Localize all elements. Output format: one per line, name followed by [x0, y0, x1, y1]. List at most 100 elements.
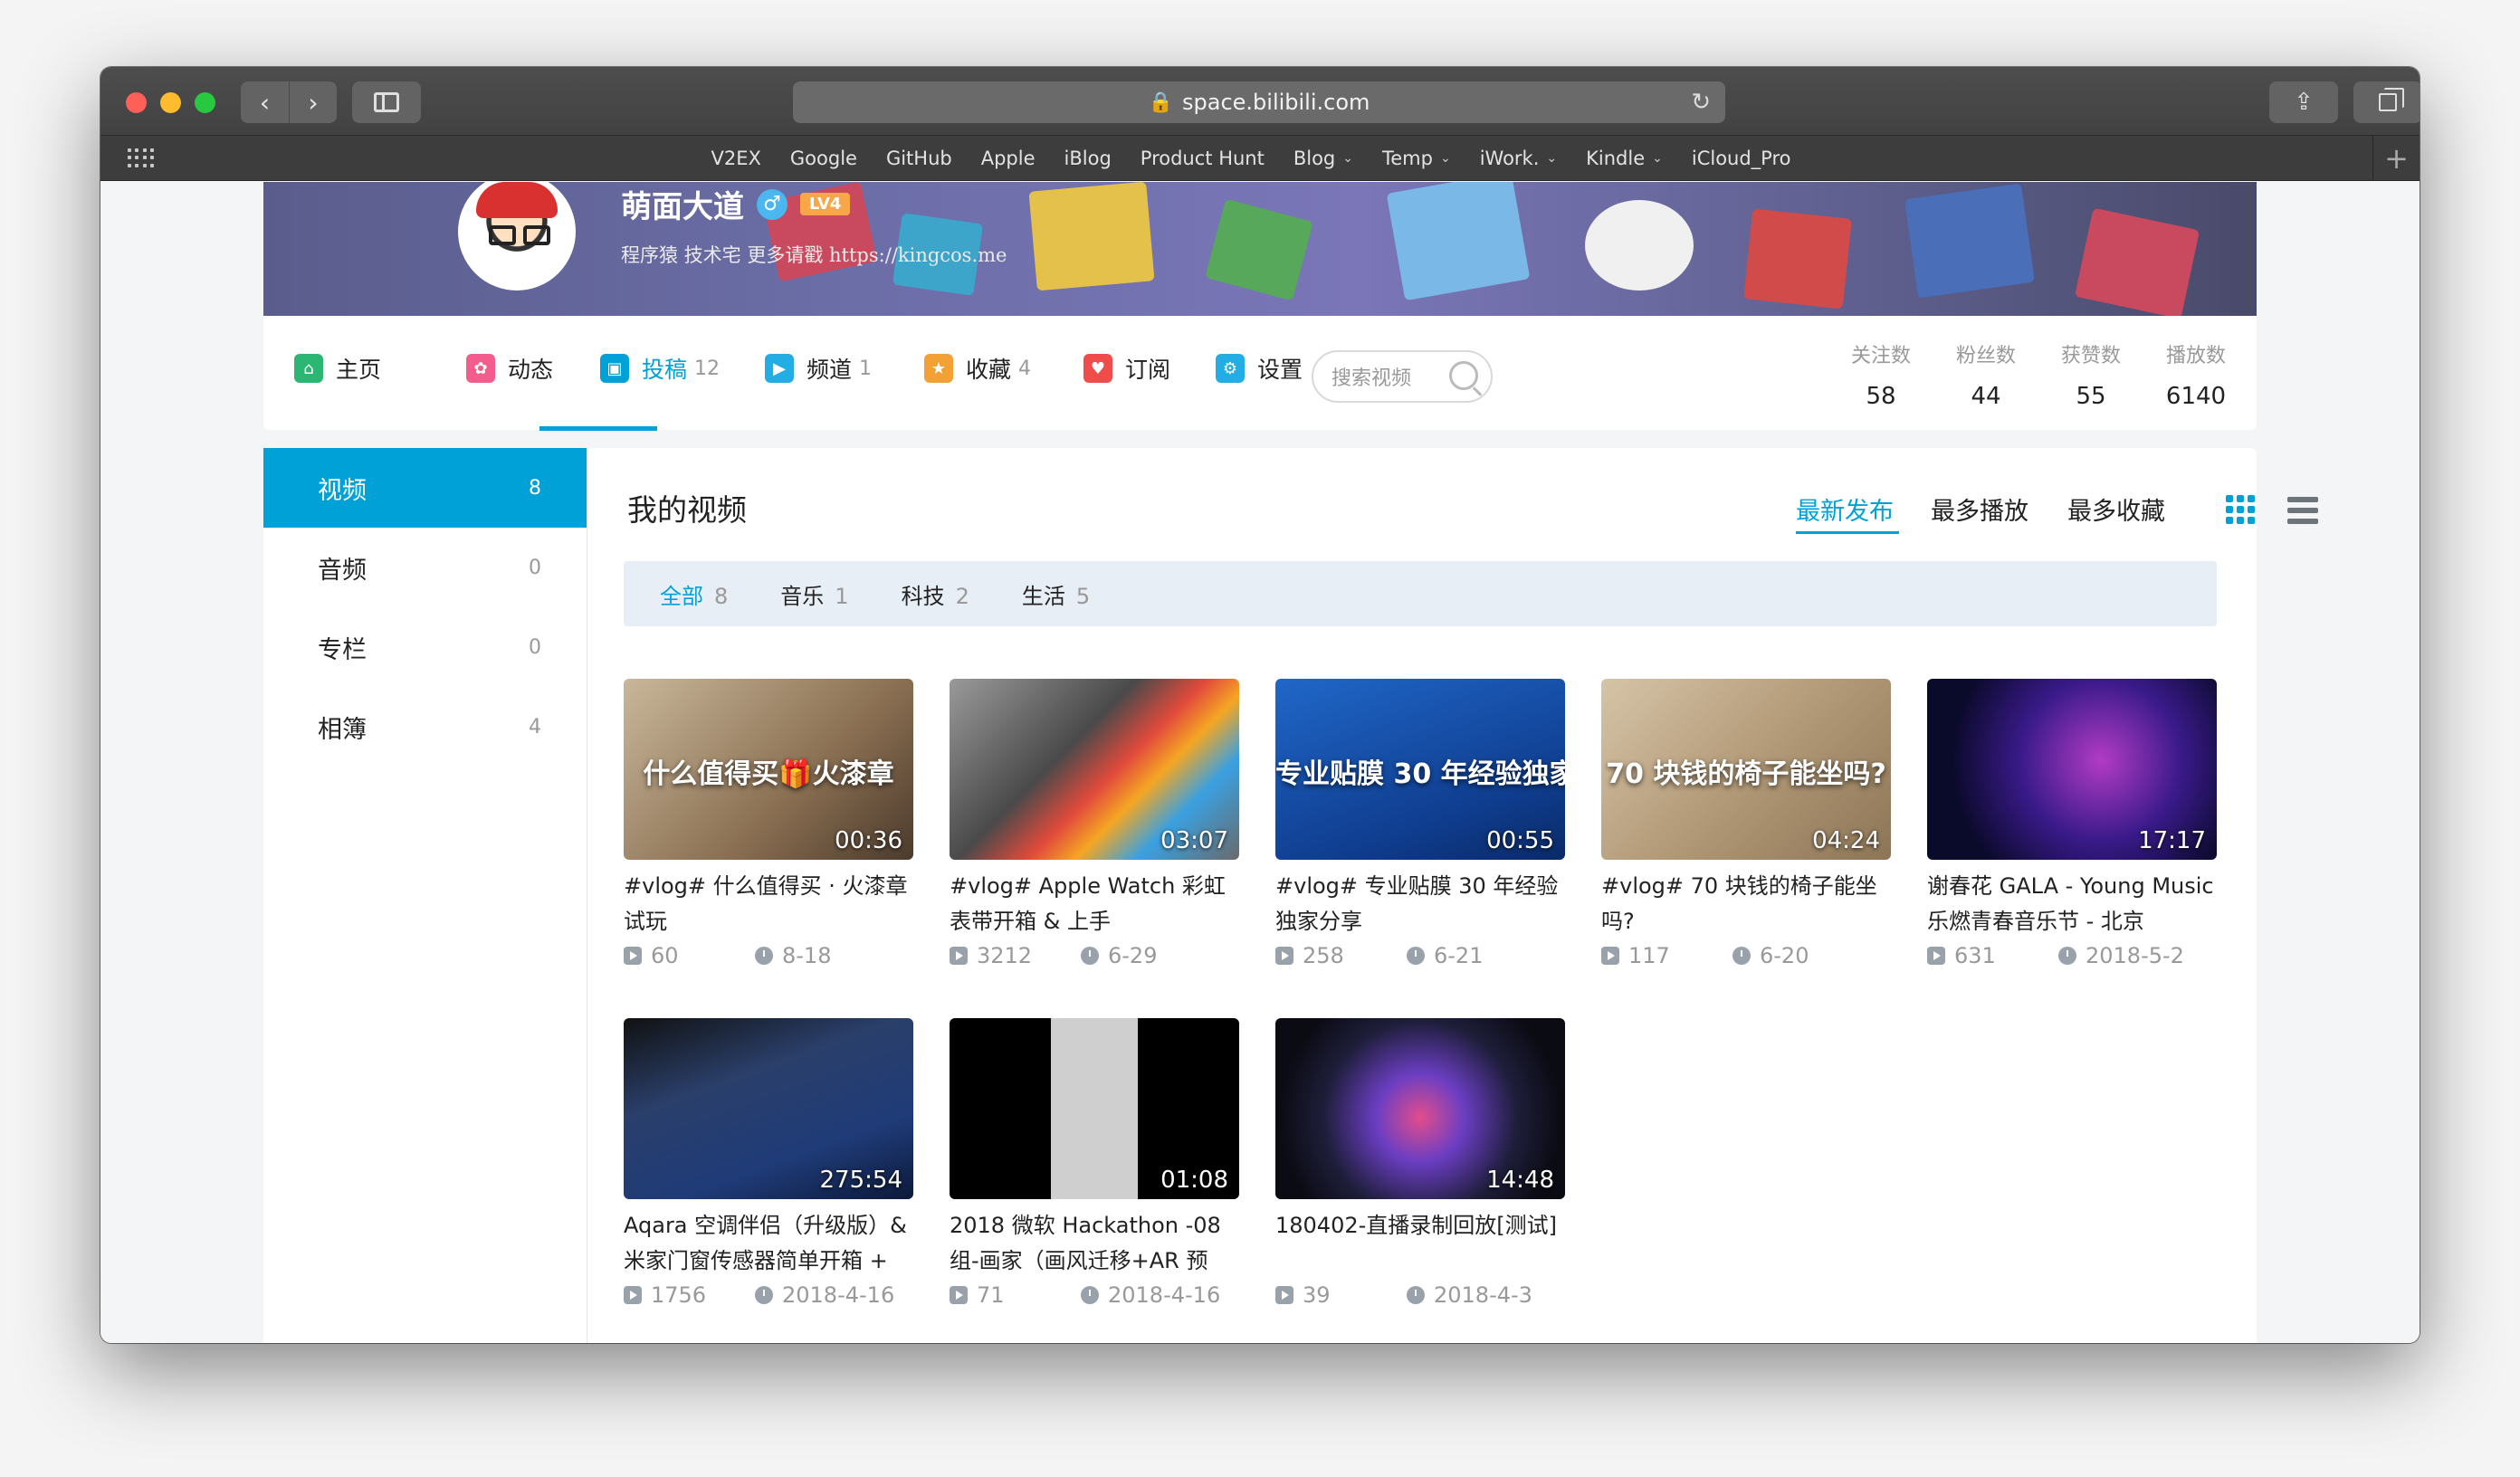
video-card[interactable]: 275:54 Aqara 空调伴侣（升级版）& 米家门窗传感器简单开箱 + 瞎 17…: [624, 1018, 913, 1308]
sidebar-item[interactable]: 相簿 4: [263, 687, 587, 767]
clock-icon: [1081, 947, 1099, 965]
bookmark-item[interactable]: iBlog: [1064, 148, 1112, 169]
stat-value: 58: [1866, 383, 1896, 410]
sort-option[interactable]: 最多收藏: [2067, 491, 2165, 527]
sidebar-toggle-button[interactable]: [352, 81, 421, 123]
video-thumbnail[interactable]: 275:54: [624, 1018, 913, 1199]
zoom-window-button[interactable]: [195, 92, 215, 113]
clock-icon: [1407, 947, 1425, 965]
bookmark-item[interactable]: Apple: [981, 148, 1036, 169]
bookmark-item[interactable]: Kindle ⌄: [1586, 148, 1663, 169]
bookmark-item[interactable]: iCloud_Pro: [1692, 148, 1791, 169]
video-duration: 00:36: [835, 827, 902, 854]
video-card[interactable]: 70 块钱的椅子能坐吗? 04:24 #vlog# 70 块钱的椅子能坐吗? 117 6…: [1601, 679, 1891, 968]
search-icon[interactable]: [1449, 361, 1478, 390]
profile-bio: 程序猿 技术宅 更多请戳 https://kingcos.me: [621, 244, 1007, 266]
list-view-icon[interactable]: [2287, 497, 2318, 524]
video-title[interactable]: 180402-直播录制回放[测试]: [1275, 1208, 1565, 1279]
video-card[interactable]: 什么值得买🎁火漆章 00:36 #vlog# 什么值得买 · 火漆章试玩 60 8-18: [624, 679, 913, 968]
profile-nav-bar: ⌂ 主页 ✿ 动态 ▣ 投稿 12 ▶ 频道 1 ★ 收藏 4 ♥ 订阅 ⚙ 设置 搜索视频 关注数 58 粉丝数 4…: [263, 316, 2257, 431]
bookmark-item[interactable]: GitHub: [886, 148, 952, 169]
bookmark-label: Kindle: [1586, 148, 1646, 169]
forward-button[interactable]: ›: [289, 81, 337, 123]
stat-value: 6140: [2165, 383, 2227, 410]
video-thumbnail[interactable]: 17:17: [1927, 679, 2217, 860]
publish-date: 2018-4-3: [1407, 1282, 1532, 1308]
play-count-icon: [1927, 947, 1945, 965]
sidebar-item[interactable]: 专栏 0: [263, 607, 587, 687]
lock-icon: 🔒: [1148, 91, 1173, 114]
upload-icon: ▣: [600, 354, 629, 383]
bookmark-label: iBlog: [1064, 148, 1112, 169]
video-thumbnail[interactable]: 专业贴膜 30 年经验独家分享 00:55: [1275, 679, 1565, 860]
sidebar-item-count: 4: [529, 715, 541, 738]
play-count: 39: [1275, 1282, 1407, 1308]
search-video-input[interactable]: 搜索视频: [1312, 350, 1493, 403]
video-title[interactable]: Aqara 空调伴侣（升级版）& 米家门窗传感器简单开箱 + 瞎: [624, 1208, 913, 1279]
video-card[interactable]: 03:07 #vlog# Apple Watch 彩虹表带开箱 & 上手 3212 6…: [950, 679, 1239, 968]
publish-date-value: 2018-4-16: [782, 1282, 895, 1308]
video-title[interactable]: 谢春花 GALA - Young Music 乐燃青春音乐节 - 北京: [1927, 869, 2217, 939]
video-card[interactable]: 14:48 180402-直播录制回放[测试] 39 2018-4-3: [1275, 1018, 1565, 1308]
sidebar-icon: [374, 92, 399, 112]
nav-tab-gear[interactable]: ⚙ 设置: [1216, 348, 1303, 388]
nav-tab-channel[interactable]: ▶ 频道 1: [765, 348, 872, 388]
bookmark-item[interactable]: Temp ⌄: [1382, 148, 1451, 169]
play-count-icon: [950, 947, 968, 965]
title-bar: ‹ › 🔒 space.bilibili.com ↻ ⇪: [100, 67, 2420, 136]
close-window-button[interactable]: [126, 92, 147, 113]
bookmark-item[interactable]: Product Hunt: [1141, 148, 1265, 169]
bookmark-item[interactable]: Google: [790, 148, 857, 169]
video-thumbnail[interactable]: 什么值得买🎁火漆章 00:36: [624, 679, 913, 860]
video-title[interactable]: #vlog# 70 块钱的椅子能坐吗?: [1601, 869, 1891, 939]
filter-chip[interactable]: 音乐 1: [780, 578, 848, 610]
sort-option[interactable]: 最多播放: [1931, 491, 2028, 527]
nav-tab-dynamic[interactable]: ✿ 动态: [466, 348, 553, 388]
grid-view-icon[interactable]: [2226, 495, 2255, 524]
video-thumbnail[interactable]: 14:48: [1275, 1018, 1565, 1199]
filter-chip[interactable]: 科技 2: [902, 578, 969, 610]
filter-chip[interactable]: 生活 5: [1022, 578, 1090, 610]
bookmark-item[interactable]: iWork. ⌄: [1480, 148, 1557, 169]
reload-icon[interactable]: ↻: [1691, 89, 1711, 116]
new-tab-plus-icon[interactable]: +: [2372, 136, 2420, 181]
nav-tab-upload[interactable]: ▣ 投稿 12: [600, 348, 720, 388]
avatar[interactable]: [458, 182, 576, 291]
video-title[interactable]: #vlog# 专业贴膜 30 年经验独家分享: [1275, 869, 1565, 939]
section-title: 我的视频: [627, 492, 747, 528]
publish-date-value: 2018-5-2: [2086, 943, 2184, 968]
bookmark-item[interactable]: V2EX: [711, 148, 761, 169]
video-thumbnail[interactable]: 03:07: [950, 679, 1239, 860]
sidebar-item[interactable]: 音频 0: [263, 528, 587, 607]
video-thumbnail[interactable]: 01:08: [950, 1018, 1239, 1199]
video-card[interactable]: 17:17 谢春花 GALA - Young Music 乐燃青春音乐节 - 北京…: [1927, 679, 2217, 968]
video-title[interactable]: #vlog# 什么值得买 · 火漆章试玩: [624, 869, 913, 939]
minimize-window-button[interactable]: [160, 92, 181, 113]
filter-chip[interactable]: 全部 8: [660, 578, 728, 610]
sort-option[interactable]: 最新发布: [1796, 491, 1894, 527]
video-duration: 04:24: [1812, 827, 1880, 854]
video-duration: 275:54: [819, 1167, 902, 1194]
video-title[interactable]: 2018 微软 Hackathon -08 组-画家（画风迁移+AR 预: [950, 1208, 1239, 1279]
sidebar-item[interactable]: 视频 8: [263, 448, 587, 528]
video-title[interactable]: #vlog# Apple Watch 彩虹表带开箱 & 上手: [950, 869, 1239, 939]
video-card[interactable]: 01:08 2018 微软 Hackathon -08 组-画家（画风迁移+AR …: [950, 1018, 1239, 1308]
video-card[interactable]: 专业贴膜 30 年经验独家分享 00:55 #vlog# 专业贴膜 30 年经验独家…: [1275, 679, 1565, 968]
publish-date: 2018-4-16: [1081, 1282, 1220, 1308]
stat-2: 获赞数 55: [2041, 339, 2141, 410]
video-meta: 258 6-21: [1275, 943, 1565, 968]
play-count-value: 1756: [651, 1282, 707, 1308]
address-bar[interactable]: 🔒 space.bilibili.com ↻: [793, 81, 1725, 123]
video-duration: 17:17: [2138, 827, 2206, 854]
nav-tab-star[interactable]: ★ 收藏 4: [924, 348, 1031, 388]
share-button[interactable]: ⇪: [2269, 81, 2338, 123]
video-meta: 60 8-18: [624, 943, 913, 968]
video-thumbnail[interactable]: 70 块钱的椅子能坐吗? 04:24: [1601, 679, 1891, 860]
filter-label: 生活: [1021, 583, 1065, 609]
bookmark-item[interactable]: Blog ⌄: [1293, 148, 1353, 169]
back-button[interactable]: ‹: [241, 81, 289, 123]
sidebar-item-count: 0: [529, 556, 541, 579]
nav-tab-home[interactable]: ⌂ 主页: [294, 348, 381, 388]
nav-tab-heart[interactable]: ♥ 订阅: [1083, 348, 1170, 388]
show-tabs-button[interactable]: [2353, 81, 2420, 123]
